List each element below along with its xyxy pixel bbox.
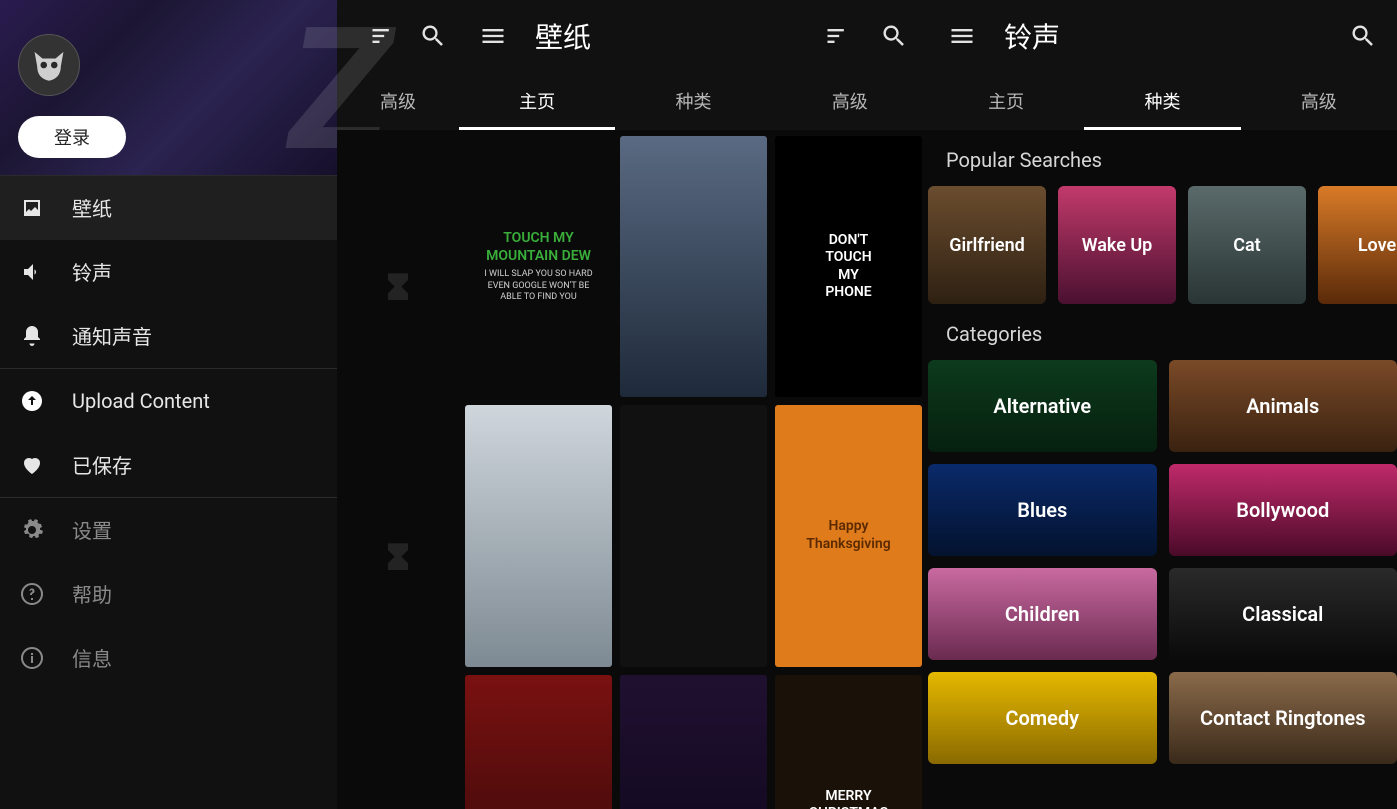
hourglass-icon	[378, 540, 418, 580]
ringtone-tab-0[interactable]: 主页	[928, 72, 1084, 130]
bell-icon	[20, 324, 44, 348]
nav-item-label: Upload Content	[72, 389, 210, 413]
owl-avatar-icon	[28, 44, 70, 86]
tabs: 高级	[337, 72, 459, 130]
wallpaper-tab-2[interactable]: 高级	[772, 72, 928, 130]
category-tile[interactable]: Bollywood	[1169, 464, 1397, 556]
nav-list: 壁纸铃声通知声音 Upload Content 已保存设置帮助信息	[0, 176, 337, 809]
nav-item-heart[interactable]: 已保存	[0, 433, 337, 497]
category-tile[interactable]: Comedy	[928, 672, 1157, 764]
sort-icon[interactable]	[824, 22, 852, 50]
category-tile[interactable]: Classical	[1169, 568, 1397, 660]
popular-search-tile[interactable]: Cat	[1188, 186, 1306, 304]
ringtone-categories-content[interactable]: Popular Searches GirlfriendWake UpCatLov…	[928, 130, 1397, 809]
ringtone-tab-1[interactable]: 种类	[1084, 72, 1240, 130]
image-icon	[20, 196, 44, 220]
nav-item-info[interactable]: 信息	[0, 626, 337, 690]
avatar[interactable]	[18, 34, 80, 96]
search-icon[interactable]	[880, 22, 908, 50]
tabs: 主页种类高级	[928, 72, 1397, 130]
popular-search-tile[interactable]: Girlfriend	[928, 186, 1046, 304]
wallpaper-tab-0[interactable]: 主页	[459, 72, 615, 130]
wallpaper-grid-content[interactable]: TOUCH MY MOUNTAIN DEWI WILL SLAP YOU SO …	[459, 130, 928, 809]
hamburger-icon[interactable]	[948, 22, 976, 50]
phone-pane-left-sliver: 高级	[337, 0, 459, 809]
appbar-title: 铃声	[1004, 16, 1321, 56]
wallpaper-tile[interactable]	[620, 136, 767, 397]
nav-item-label: 铃声	[72, 257, 112, 286]
section-categories-title: Categories	[928, 304, 1397, 360]
appbar: 壁纸	[459, 0, 928, 72]
content-loading	[337, 130, 459, 809]
popular-search-tile[interactable]: Love	[1318, 186, 1397, 304]
nav-item-label: 通知声音	[72, 321, 152, 350]
category-tile[interactable]: Animals	[1169, 360, 1397, 452]
appbar-title: 壁纸	[535, 16, 796, 56]
drawer-header: Z 登录	[0, 0, 337, 176]
wallpaper-tile[interactable]: DON'T TOUCH MY PHONE	[775, 136, 922, 397]
heart-icon	[20, 453, 44, 477]
popular-search-tile[interactable]: Wake Up	[1058, 186, 1176, 304]
wallpaper-tile[interactable]	[465, 675, 612, 809]
section-popular-title: Popular Searches	[928, 130, 1397, 186]
upload-icon	[20, 389, 44, 413]
wallpaper-tile[interactable]	[620, 405, 767, 666]
hamburger-icon[interactable]	[479, 22, 507, 50]
hourglass-icon	[378, 270, 418, 310]
nav-drawer: Z 登录 壁纸铃声通知声音 Upload Content 已保存设置帮助信息	[0, 0, 337, 809]
tabs: 主页种类高级	[459, 72, 928, 130]
category-tile[interactable]: Contact Ringtones	[1169, 672, 1397, 764]
nav-item-label: 设置	[72, 515, 112, 544]
nav-item-image[interactable]: 壁纸	[0, 176, 337, 240]
phone-pane-ringtones: 铃声 主页种类高级 Popular Searches GirlfriendWak…	[928, 0, 1397, 809]
nav-item-help[interactable]: 帮助	[0, 562, 337, 626]
category-tile[interactable]: Alternative	[928, 360, 1157, 452]
volume-icon	[20, 260, 44, 284]
nav-item-label: 信息	[72, 643, 112, 672]
login-button[interactable]: 登录	[18, 116, 126, 158]
wallpaper-tab-1[interactable]: 种类	[615, 72, 771, 130]
ringtone-tab-2[interactable]: 高级	[1241, 72, 1397, 130]
tab-premium[interactable]: 高级	[337, 72, 459, 130]
nav-item-volume[interactable]: 铃声	[0, 240, 337, 304]
help-icon	[20, 582, 44, 606]
nav-item-label: 壁纸	[72, 193, 112, 222]
nav-item-upload[interactable]: Upload Content	[0, 369, 337, 433]
category-tile[interactable]: Children	[928, 568, 1157, 660]
nav-item-gear[interactable]: 设置	[0, 498, 337, 562]
nav-item-label: 帮助	[72, 579, 112, 608]
search-icon[interactable]	[1349, 22, 1377, 50]
wallpaper-tile[interactable]	[465, 405, 612, 666]
category-tile[interactable]: Blues	[928, 464, 1157, 556]
wallpaper-tile[interactable]: Happy Thanksgiving	[775, 405, 922, 666]
wallpaper-tile[interactable]: TOUCH MY MOUNTAIN DEWI WILL SLAP YOU SO …	[465, 136, 612, 397]
wallpaper-tile[interactable]	[620, 675, 767, 809]
phone-pane-wallpapers: 壁纸 主页种类高级 TOUCH MY MOUNTAIN DEWI WILL SL…	[459, 0, 928, 809]
appbar: 铃声	[928, 0, 1397, 72]
wallpaper-tile[interactable]: MERRY CHRISTMAS	[775, 675, 922, 809]
gear-icon	[20, 518, 44, 542]
info-icon	[20, 646, 44, 670]
nav-item-label: 已保存	[72, 450, 132, 479]
nav-item-bell[interactable]: 通知声音	[0, 304, 337, 368]
search-icon[interactable]	[419, 22, 447, 50]
